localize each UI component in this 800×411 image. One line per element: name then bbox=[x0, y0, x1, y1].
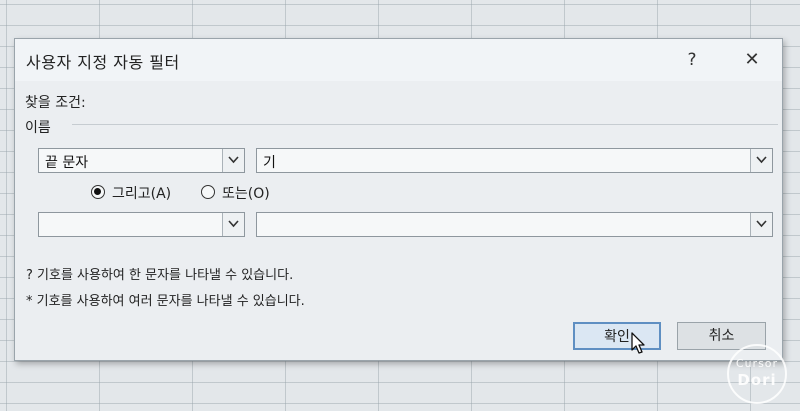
close-button[interactable]: ✕ bbox=[735, 43, 769, 77]
field-name-label: 이름 bbox=[25, 120, 51, 136]
operator-select-1[interactable]: 끝 문자 bbox=[38, 148, 245, 173]
wildcard-hint-asterisk: * 기호를 사용하여 여러 문자를 나타낼 수 있습니다. bbox=[26, 294, 305, 309]
chevron-down-icon[interactable] bbox=[750, 213, 772, 236]
dialog-titlebar: 사용자 지정 자동 필터 ? ✕ bbox=[15, 39, 782, 81]
watermark-line2: Dori bbox=[737, 371, 777, 389]
value-combo-1-value: 기 bbox=[263, 155, 276, 171]
criteria-label: 찾을 조건: bbox=[25, 95, 86, 111]
help-button[interactable]: ? bbox=[675, 43, 709, 77]
chevron-down-icon[interactable] bbox=[222, 149, 244, 172]
operator-select-2[interactable] bbox=[38, 212, 245, 237]
watermark-logo: Cursor Dori bbox=[727, 344, 787, 404]
wildcard-hint-question: ? 기호를 사용하여 한 문자를 나타낼 수 있습니다. bbox=[26, 268, 294, 283]
and-radio-label[interactable]: 그리고(A) bbox=[112, 183, 171, 203]
or-radio-label[interactable]: 또는(O) bbox=[222, 183, 270, 203]
custom-autofilter-dialog: 사용자 지정 자동 필터 ? ✕ 찾을 조건: 이름 끝 문자 기 그리고(A)… bbox=[14, 38, 783, 361]
watermark-line1: Cursor bbox=[735, 357, 779, 370]
group-divider bbox=[72, 124, 778, 125]
and-radio[interactable] bbox=[91, 185, 105, 199]
or-radio[interactable] bbox=[201, 185, 215, 199]
value-combo-1[interactable]: 기 bbox=[256, 148, 773, 173]
ok-button[interactable]: 확인 bbox=[573, 322, 661, 350]
operator-select-1-value: 끝 문자 bbox=[45, 155, 89, 171]
value-combo-2[interactable] bbox=[256, 212, 773, 237]
chevron-down-icon[interactable] bbox=[750, 149, 772, 172]
chevron-down-icon[interactable] bbox=[222, 213, 244, 236]
dialog-title: 사용자 지정 자동 필터 bbox=[26, 53, 180, 72]
mouse-cursor-icon bbox=[631, 332, 645, 354]
